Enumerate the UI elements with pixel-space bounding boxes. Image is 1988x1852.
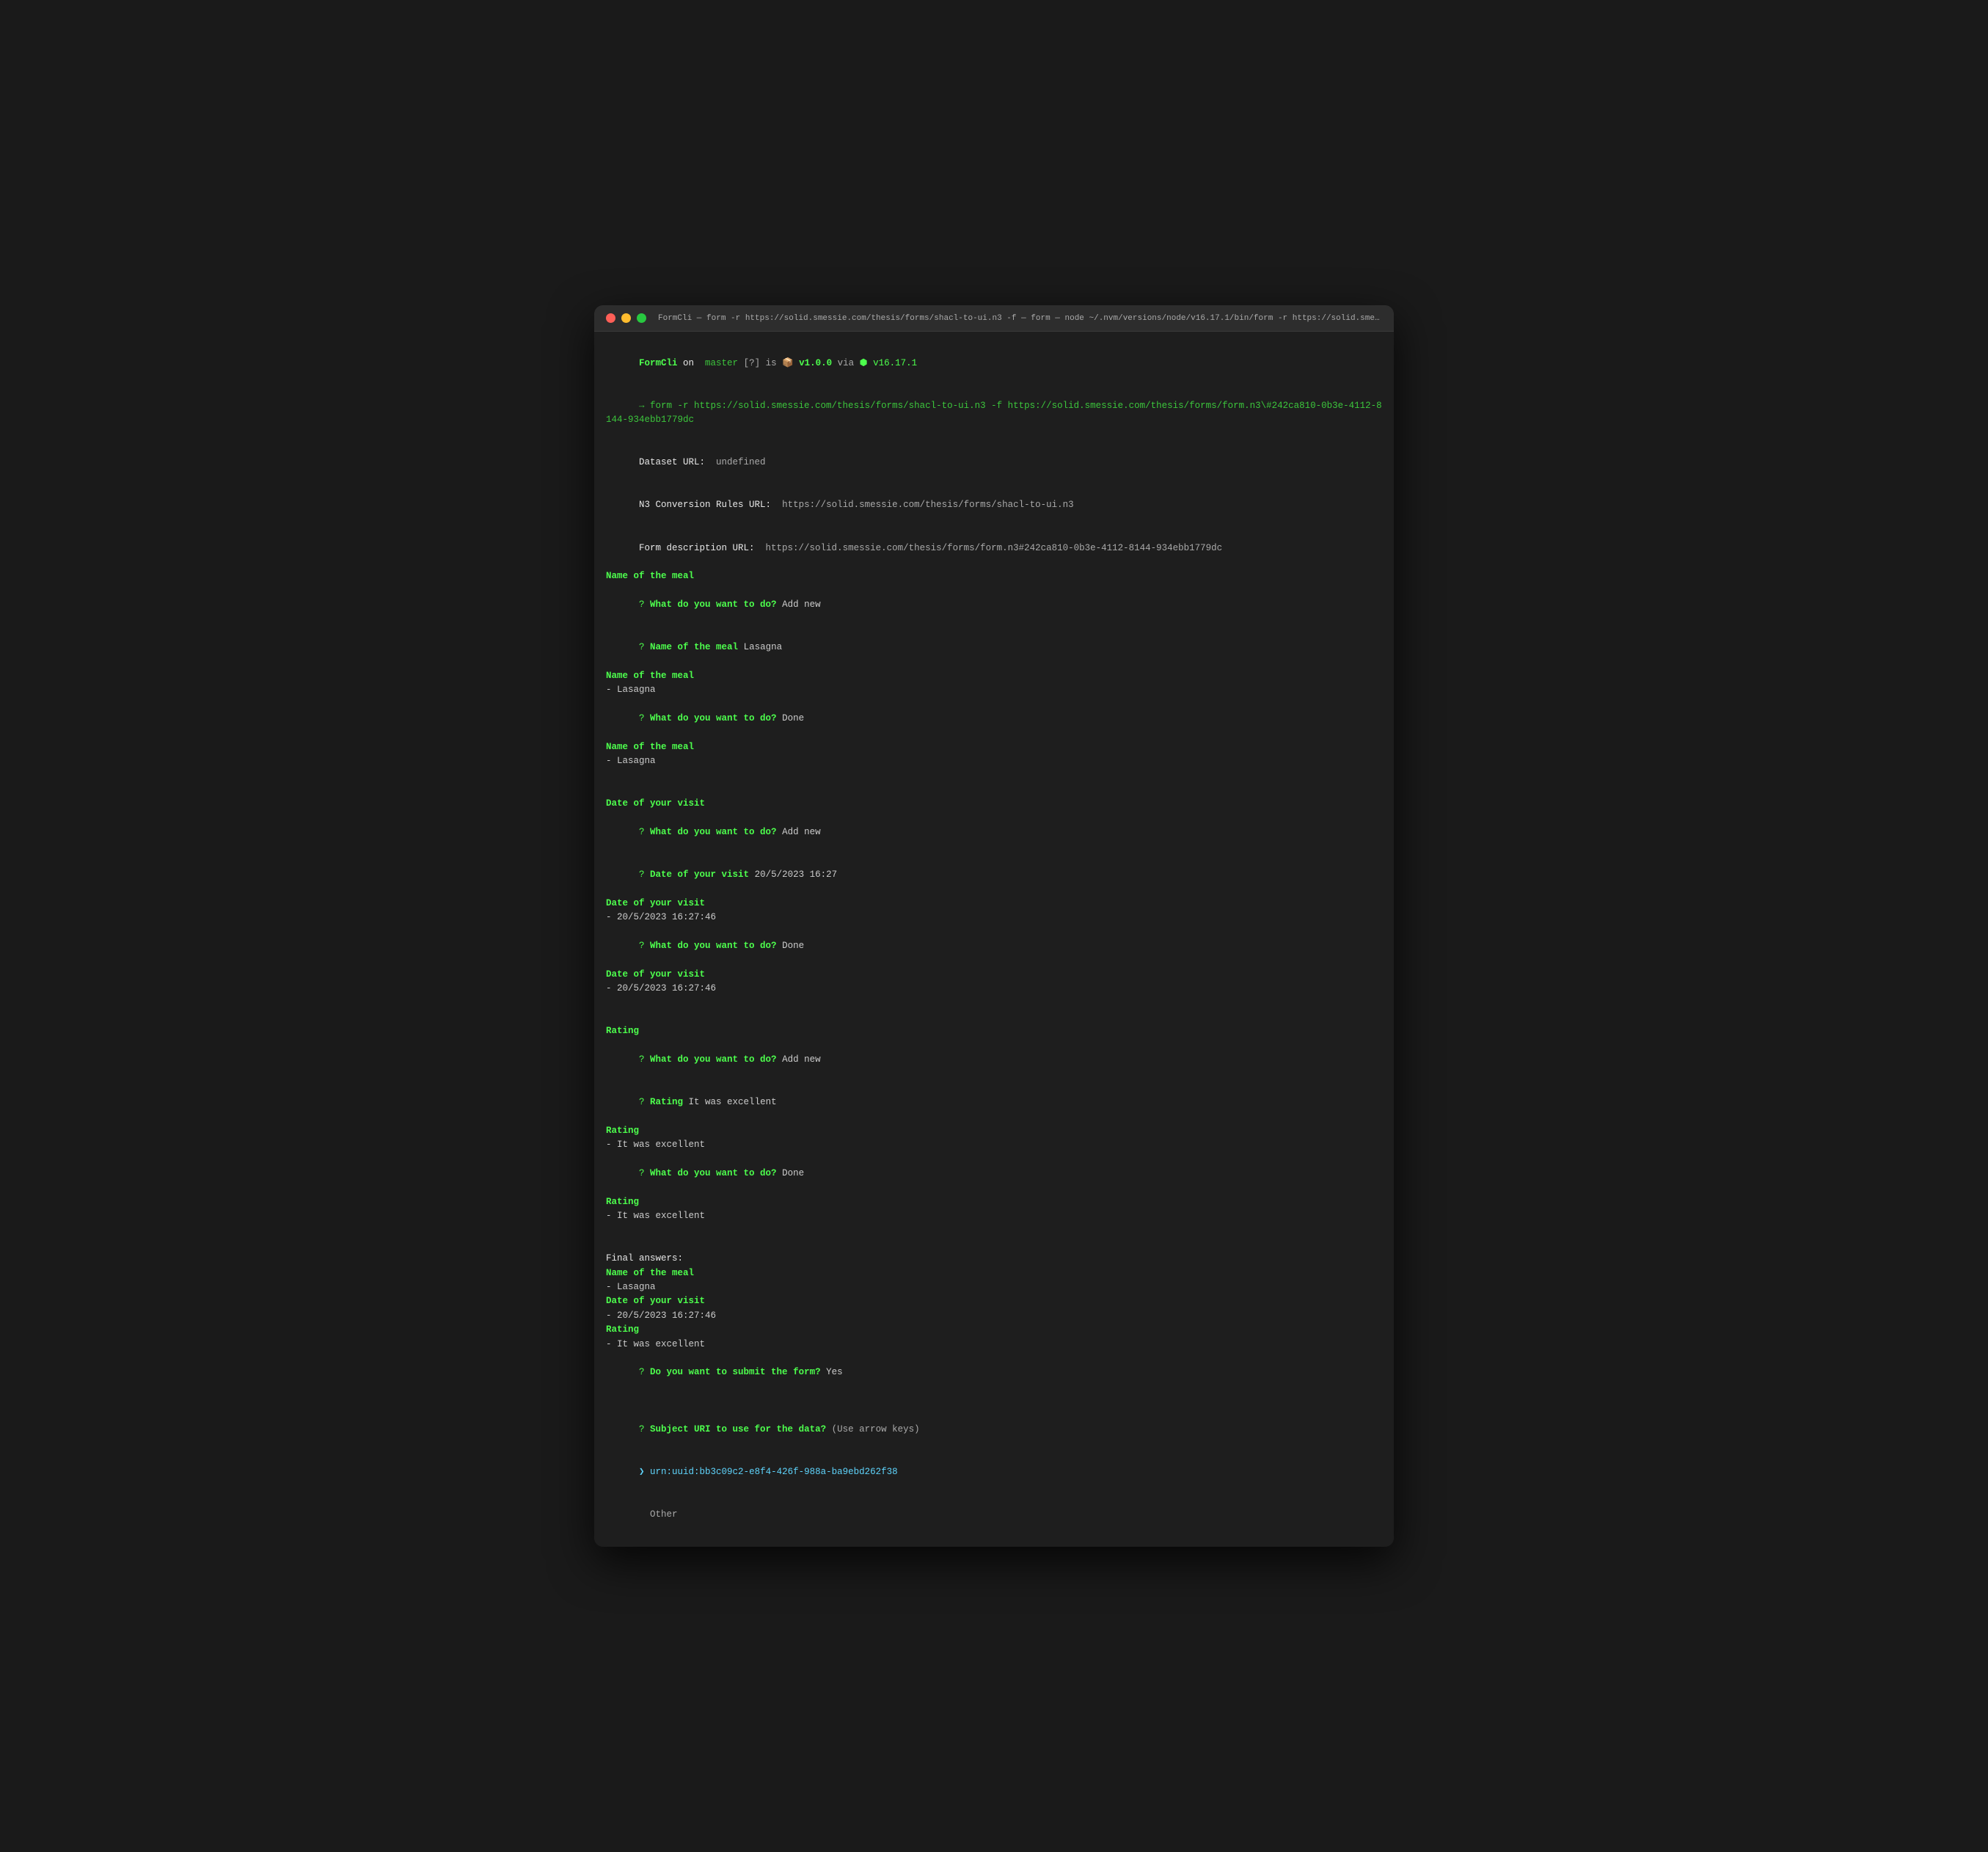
section1-value1: - Lasagna [606, 683, 1382, 697]
final-name-header: Name of the meal [606, 1266, 1382, 1280]
terminal-window: FormCli — form -r https://solid.smessie.… [594, 305, 1394, 1547]
close-button[interactable] [606, 313, 615, 323]
title-bar: FormCli — form -r https://solid.smessie.… [594, 305, 1394, 332]
section1-header: Name of the meal [606, 569, 1382, 583]
submit-question: ? Do you want to submit the form? Yes [606, 1352, 1382, 1394]
section1-q2: ? Name of the meal Lasagna [606, 627, 1382, 669]
spacer1 [606, 769, 1382, 783]
section2-value1: - 20/5/2023 16:27:46 [606, 911, 1382, 925]
subject-option-2[interactable]: Other [606, 1494, 1382, 1536]
spacer3 [606, 996, 1382, 1010]
n3-url-line: N3 Conversion Rules URL: https://solid.s… [606, 484, 1382, 527]
final-rating-value: - It was excellent [606, 1338, 1382, 1352]
section3-value2: - It was excellent [606, 1209, 1382, 1223]
section2-q2: ? Date of your visit 20/5/2023 16:27 [606, 854, 1382, 897]
final-date-value: - 20/5/2023 16:27:46 [606, 1309, 1382, 1323]
section3-value1: - It was excellent [606, 1138, 1382, 1152]
subject-option-1[interactable]: ❯ urn:uuid:bb3c09c2-e8f4-426f-988a-ba9eb… [606, 1451, 1382, 1494]
section1-header2: Name of the meal [606, 669, 1382, 683]
section3-q3: ? What do you want to do? Done [606, 1153, 1382, 1195]
section1-value2: - Lasagna [606, 754, 1382, 768]
section2-header2: Date of your visit [606, 897, 1382, 911]
final-name-value: - Lasagna [606, 1280, 1382, 1294]
form-desc-line: Form description URL: https://solid.smes… [606, 527, 1382, 569]
terminal-body: FormCli on master [?] is 📦 v1.0.0 via ⬢ … [594, 332, 1394, 1547]
section3-header: Rating [606, 1024, 1382, 1038]
subject-uri-question: ? Subject URI to use for the data? (Use … [606, 1408, 1382, 1451]
section2-header: Date of your visit [606, 797, 1382, 811]
section1-q3: ? What do you want to do? Done [606, 698, 1382, 740]
section2-q3: ? What do you want to do? Done [606, 925, 1382, 968]
command-line: → form -r https://solid.smessie.com/thes… [606, 384, 1382, 442]
spacer6 [606, 1238, 1382, 1252]
section1-q1: ? What do you want to do? Add new [606, 584, 1382, 627]
section3-q2: ? Rating It was excellent [606, 1082, 1382, 1124]
section3-q1: ? What do you want to do? Add new [606, 1039, 1382, 1082]
formcli-header: FormCli on master [?] is 📦 v1.0.0 via ⬢ … [606, 342, 1382, 384]
maximize-button[interactable] [637, 313, 646, 323]
section2-header3: Date of your visit [606, 968, 1382, 982]
window-title: FormCli — form -r https://solid.smessie.… [658, 314, 1382, 323]
spacer4 [606, 1010, 1382, 1024]
spacer5 [606, 1224, 1382, 1238]
spacer7 [606, 1394, 1382, 1408]
final-rating-header: Rating [606, 1323, 1382, 1337]
dataset-url-line: Dataset URL: undefined [606, 442, 1382, 484]
final-date-header: Date of your visit [606, 1294, 1382, 1308]
section3-header3: Rating [606, 1195, 1382, 1209]
section2-q1: ? What do you want to do? Add new [606, 812, 1382, 854]
section2-value2: - 20/5/2023 16:27:46 [606, 982, 1382, 996]
section1-header3: Name of the meal [606, 740, 1382, 754]
final-header: Final answers: [606, 1252, 1382, 1266]
minimize-button[interactable] [621, 313, 631, 323]
section3-header2: Rating [606, 1124, 1382, 1138]
spacer2 [606, 783, 1382, 797]
